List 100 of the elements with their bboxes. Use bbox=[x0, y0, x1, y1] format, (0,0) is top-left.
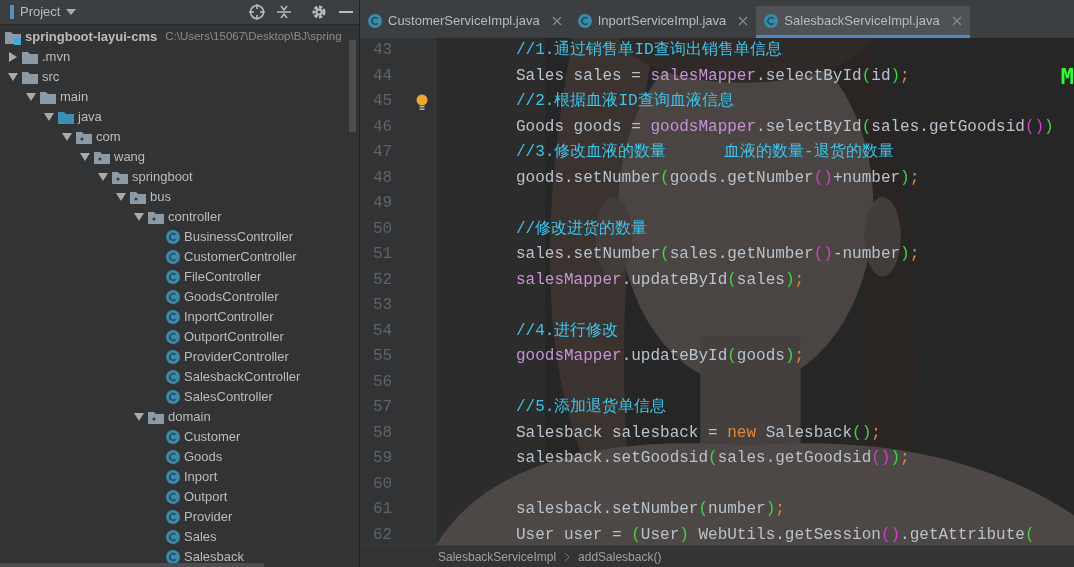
caret-icon bbox=[66, 9, 77, 15]
class-icon bbox=[166, 290, 180, 304]
class-icon bbox=[166, 430, 180, 444]
project-path: C:\Users\15067\Desktop\BJ\spring bbox=[165, 29, 342, 45]
class-name[interactable]: Provider bbox=[184, 507, 233, 527]
code-line: goods.setNumber(goods.getNumber()+number); bbox=[516, 167, 920, 189]
folder-name[interactable]: wang bbox=[114, 147, 146, 167]
code-line: Sales sales = salesMapper.selectById(id); bbox=[516, 65, 910, 87]
class-name[interactable]: SalesbackController bbox=[184, 367, 301, 387]
class-icon bbox=[166, 490, 180, 504]
panel-icon bbox=[10, 5, 14, 19]
expand-arrow-icon[interactable] bbox=[134, 412, 144, 422]
package-icon bbox=[130, 190, 146, 204]
folder-name[interactable]: java bbox=[78, 107, 102, 127]
class-icon bbox=[166, 350, 180, 364]
code-line: sales.setNumber(sales.getNumber()-number); bbox=[516, 244, 920, 265]
editor-tab[interactable]: InportServiceImpl.java bbox=[569, 6, 757, 38]
class-name[interactable]: OutportController bbox=[184, 327, 284, 347]
overlay-letter: M bbox=[1060, 66, 1074, 88]
class-name[interactable]: SalesController bbox=[184, 387, 273, 407]
expand-arrow-icon[interactable] bbox=[26, 92, 36, 102]
class-icon bbox=[166, 510, 180, 524]
breadcrumb-item-link[interactable]: addSalesback() bbox=[578, 547, 662, 566]
class-icon bbox=[166, 470, 180, 484]
package-icon bbox=[148, 210, 164, 224]
class-icon bbox=[166, 370, 180, 384]
code-line: salesMapper.updateById(sales); bbox=[516, 269, 805, 291]
folder-name[interactable]: src bbox=[42, 67, 60, 87]
class-icon bbox=[166, 250, 180, 264]
expand-arrow-icon[interactable] bbox=[80, 152, 90, 162]
module-icon bbox=[5, 29, 21, 45]
close-icon[interactable] bbox=[551, 15, 562, 26]
code-line: //1.通过销售单ID查询出销售单信息 bbox=[516, 39, 782, 61]
breadcrumb-item-link[interactable]: SalesbackServiceImpl bbox=[438, 547, 557, 566]
class-name[interactable]: Outport bbox=[184, 487, 228, 507]
expand-arrow-icon[interactable] bbox=[8, 72, 18, 82]
folder-name[interactable]: bus bbox=[150, 187, 171, 207]
folder-name[interactable]: springboot bbox=[132, 167, 193, 187]
package-icon bbox=[148, 410, 164, 424]
class-icon bbox=[764, 13, 779, 28]
expand-arrow-icon[interactable] bbox=[134, 212, 144, 222]
editor-tab[interactable]: CustomerServiceImpl.java bbox=[360, 6, 570, 38]
package-icon bbox=[94, 150, 110, 164]
project-name[interactable]: springboot-layui-cms bbox=[25, 27, 158, 47]
class-name[interactable]: Goods bbox=[184, 447, 223, 467]
class-icon bbox=[166, 310, 180, 324]
class-icon bbox=[368, 13, 382, 28]
chevron-icon bbox=[564, 551, 571, 562]
code-line: User user = (User) WebUtils.getSession().getAttribute( bbox=[516, 524, 1035, 545]
code-line: salesback.setGoodsid(sales.getGoodsid()); bbox=[516, 448, 910, 469]
package-icon bbox=[112, 170, 128, 184]
class-name[interactable]: FileController bbox=[184, 267, 262, 287]
class-name[interactable]: Inport bbox=[184, 467, 218, 487]
settings-icon[interactable] bbox=[311, 4, 327, 20]
code-line: //3.修改血液的数量 血液的数量-退货的数量 bbox=[516, 141, 894, 163]
folder-name[interactable]: domain bbox=[168, 407, 211, 427]
expand-arrow-icon[interactable] bbox=[98, 172, 108, 182]
class-name[interactable]: ProviderController bbox=[184, 347, 289, 367]
code-line: goodsMapper.updateById(goods); bbox=[516, 346, 805, 367]
class-name[interactable]: BusinessController bbox=[184, 227, 294, 247]
class-name[interactable]: Sales bbox=[184, 527, 217, 547]
collapse-arrow-icon[interactable] bbox=[8, 52, 18, 62]
code-line: Salesback salesback = new Salesback(); bbox=[516, 422, 881, 444]
editor-tab[interactable]: SalesbackServiceImpl.java bbox=[756, 6, 970, 38]
locate-icon[interactable] bbox=[249, 4, 265, 20]
class-icon bbox=[166, 530, 180, 544]
expand-arrow-icon[interactable] bbox=[62, 132, 72, 142]
class-icon bbox=[166, 230, 180, 244]
scrollbar[interactable] bbox=[349, 40, 356, 132]
class-icon bbox=[166, 450, 180, 464]
code-line: //4.进行修改 bbox=[516, 320, 619, 342]
collapse-icon[interactable] bbox=[277, 4, 291, 20]
class-name[interactable]: CustomerController bbox=[184, 247, 297, 267]
expand-arrow-icon[interactable] bbox=[116, 192, 126, 202]
folder-icon bbox=[22, 70, 38, 84]
close-icon[interactable] bbox=[738, 15, 749, 26]
class-name[interactable]: InportController bbox=[184, 307, 274, 327]
folder-name[interactable]: controller bbox=[168, 207, 222, 227]
class-icon bbox=[577, 13, 592, 28]
code-line: //5.添加退货单信息 bbox=[516, 397, 667, 418]
class-icon bbox=[166, 270, 180, 284]
code-line: //修改进货的数量 bbox=[516, 218, 648, 240]
class-name[interactable]: Customer bbox=[184, 427, 241, 447]
folder-icon bbox=[58, 110, 74, 124]
code-line: Goods goods = goodsMapper.selectById(sales.getGoodsid()) bbox=[516, 116, 1054, 138]
package-icon bbox=[76, 130, 92, 144]
class-icon bbox=[166, 390, 180, 404]
expand-arrow-icon[interactable] bbox=[44, 112, 54, 122]
folder-name[interactable]: main bbox=[60, 87, 89, 107]
class-icon bbox=[166, 330, 180, 344]
class-name[interactable]: Salesback bbox=[184, 547, 244, 567]
minimize-icon[interactable] bbox=[339, 10, 353, 14]
folder-icon bbox=[22, 50, 38, 64]
code-line: salesback.setNumber(number); bbox=[516, 499, 785, 520]
code-line: //2.根据血液ID查询血液信息 bbox=[516, 90, 734, 112]
folder-name[interactable]: com bbox=[96, 127, 121, 147]
lightbulb-icon[interactable] bbox=[415, 93, 429, 110]
folder-icon bbox=[40, 90, 56, 104]
class-name[interactable]: GoodsController bbox=[184, 287, 279, 307]
folder-name[interactable]: .mvn bbox=[42, 47, 71, 67]
